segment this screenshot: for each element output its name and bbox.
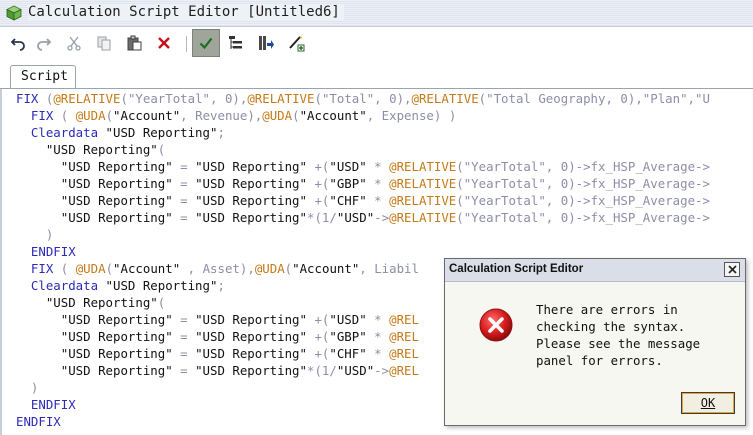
outline-icon[interactable] [224,31,248,55]
dialog-message-line: There are errors in [536,302,678,317]
dialog-message-line: Please see the message [536,336,701,351]
code-line: "USD Reporting" = "USD Reporting"*(1/"US… [60,210,710,225]
code-line: ENDFIX [30,244,76,259]
redo-icon[interactable] [32,31,56,55]
ok-button[interactable]: OK [681,392,735,414]
code-line: "USD Reporting"( [45,295,166,310]
code-line: ) [45,227,54,242]
execute-icon[interactable] [254,31,278,55]
dialog-title: Calculation Script Editor [449,263,584,275]
code-line: "USD Reporting" = "USD Reporting" +("CHF… [60,193,710,208]
code-line: "USD Reporting" = "USD Reporting" +("GBP… [60,176,710,191]
code-line: "USD Reporting" = "USD Reporting" +("GBP… [60,329,419,344]
tab-script-label: Script [21,69,68,84]
error-dialog: Calculation Script Editor There are erro… [444,258,746,426]
toolbar [0,27,753,61]
close-icon [727,265,737,274]
dialog-message-line: checking the syntax. [536,319,686,334]
code-line: ) [30,380,39,395]
dialog-message-line: panel for errors. [536,353,663,368]
dialog-title-bar: Calculation Script Editor [445,259,745,282]
ok-button-label: OK [700,396,716,410]
code-line: Cleardata "USD Reporting"; [30,278,225,293]
code-line: "USD Reporting" = "USD Reporting" +("CHF… [60,346,419,361]
code-line: FIX (@RELATIVE("YearTotal", 0),@RELATIVE… [16,91,710,106]
error-icon [479,308,513,342]
code-line: "USD Reporting" = "USD Reporting" +("USD… [60,312,419,327]
tab-script[interactable]: Script [10,65,76,88]
app-cube-icon [6,5,22,21]
code-line: "USD Reporting" = "USD Reporting" +("USD… [60,159,710,174]
tab-strip: Script [0,61,753,88]
validate-icon[interactable] [192,29,220,57]
code-line: Cleardata "USD Reporting"; [30,125,225,140]
code-line: FIX ( @UDA("Account", Revenue),@UDA("Acc… [30,108,457,123]
code-line: FIX ( @UDA("Account" , Asset),@UDA("Acco… [30,261,419,276]
cut-icon[interactable] [62,31,86,55]
delete-icon[interactable] [152,31,176,55]
code-line: "USD Reporting" = "USD Reporting"*(1/"US… [60,363,419,378]
dialog-close-button[interactable] [724,262,740,277]
dialog-message: There are errors in checking the syntax.… [536,301,736,369]
code-line: ENDFIX [16,414,61,429]
undo-icon[interactable] [6,31,30,55]
toolbar-separator [186,36,187,52]
title-bar: Calculation Script Editor [Untitled6] [0,0,753,27]
code-line: "USD Reporting"( [45,142,166,157]
member-select-icon[interactable] [284,31,308,55]
copy-icon[interactable] [92,31,116,55]
paste-icon[interactable] [122,31,146,55]
code-line: ENDFIX [30,397,76,412]
window-title: Calculation Script Editor [Untitled6] [28,4,344,20]
